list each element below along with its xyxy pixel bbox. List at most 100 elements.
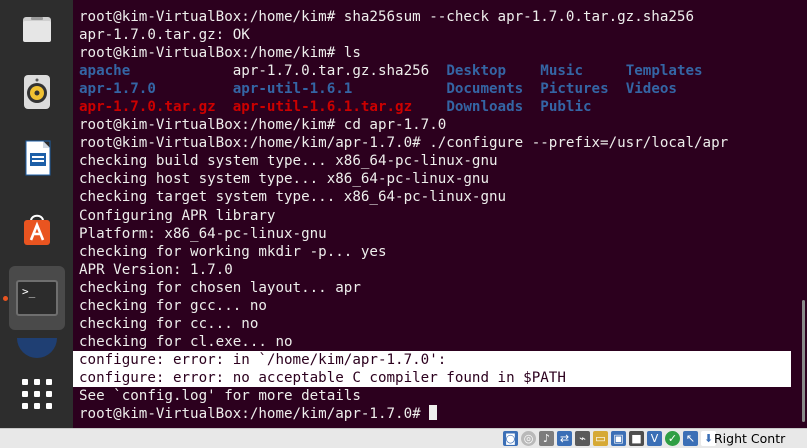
usb-icon[interactable]: ⌁ (575, 431, 590, 446)
host-key-label: Right Contr (714, 431, 786, 446)
terminal-line: root@kim-VirtualBox:/home/kim# sha256sum… (79, 8, 791, 26)
writer-launcher[interactable] (11, 132, 63, 184)
globe-icon (17, 338, 57, 358)
software-launcher[interactable] (11, 203, 63, 255)
directory-name: Music (540, 63, 583, 80)
terminal-text: configure: error: no acceptable C compil… (79, 369, 566, 386)
cpu-icon[interactable]: V (647, 431, 662, 446)
terminal-text: checking for gcc... no (79, 297, 267, 314)
terminal-text: checking for cc... no (79, 315, 259, 332)
terminal-text: configure: error: in `/home/kim/apr-1.7.… (79, 351, 447, 368)
optical-drive-icon[interactable]: ◎ (521, 431, 536, 446)
terminal-line: APR Version: 1.7.0 (79, 261, 791, 279)
directory-name: Documents (446, 81, 524, 98)
document-icon (25, 140, 51, 176)
terminal-text: See `config.log' for more details (79, 387, 361, 404)
terminal-line: apr-1.7.0.tar.gz apr-util-1.6.1.tar.gz D… (79, 98, 791, 116)
terminal-line: checking for working mkdir -p... yes (79, 243, 791, 261)
apps-grid-icon (22, 379, 52, 409)
terminal-line: apache apr-1.7.0.tar.gz.sha256 Desktop M… (79, 62, 791, 80)
terminal-line: root@kim-VirtualBox:/home/kim/apr-1.7.0# (79, 405, 791, 423)
rhythmbox-launcher[interactable] (11, 66, 63, 118)
terminal-line: checking for cc... no (79, 315, 791, 333)
terminal-launcher[interactable]: >_ (9, 266, 65, 330)
terminal-text: apr-1.7.0.tar.gz.sha256 (232, 63, 430, 80)
terminal-line: checking for chosen layout... apr (79, 279, 791, 297)
hard-disk-icon[interactable]: ◙ (503, 431, 518, 446)
terminal-line: checking for cl.exe... no (79, 333, 791, 351)
terminal-line: Platform: x86_64-pc-linux-gnu (79, 225, 791, 243)
terminal-icon: >_ (16, 280, 58, 316)
terminal-text: checking host system type... x86_64-pc-l… (79, 171, 489, 188)
directory-name: Pictures (540, 81, 609, 98)
show-applications-button[interactable] (11, 368, 63, 420)
terminal-line: Configuring APR library (79, 207, 791, 225)
terminal-text: root@kim-VirtualBox:/home/kim# cd apr-1.… (79, 117, 447, 134)
terminal-text: root@kim-VirtualBox:/home/kim# ls (79, 45, 361, 62)
guest-additions-icon[interactable]: ✓ (665, 431, 680, 446)
terminal-text: root@kim-VirtualBox:/home/kim# sha256sum… (79, 9, 694, 25)
directory-name: apache (79, 63, 131, 80)
terminal-text: checking build system type... x86_64-pc-… (79, 153, 498, 170)
archive-file-name: apr-util-1.6.1.tar.gz (232, 99, 413, 116)
browser-launcher[interactable] (11, 338, 63, 358)
network-icon[interactable]: ⇄ (557, 431, 572, 446)
launcher-dock: >_ (0, 0, 73, 428)
directory-name: Public (540, 99, 592, 116)
terminal-line: checking target system type... x86_64-pc… (79, 188, 791, 206)
terminal-text: checking for chosen layout... apr (79, 279, 361, 296)
terminal-line: apr-1.7.0.tar.gz: OK (79, 26, 791, 44)
shared-folders-icon[interactable]: ▭ (593, 431, 608, 446)
display-icon[interactable]: ▣ (611, 431, 626, 446)
virtualbox-statusbar: ◙ ◎ ♪ ⇄ ⌁ ▭ ▣ ■ V ✓ ↖ ⬇ Right Contr (0, 428, 807, 448)
terminal-text: Platform: x86_64-pc-linux-gnu (79, 225, 327, 242)
directory-name: Videos (625, 81, 677, 98)
running-indicator (3, 296, 8, 301)
text-cursor (429, 405, 438, 421)
folder-icon (23, 17, 51, 42)
terminal-line: root@kim-VirtualBox:/home/kim/apr-1.7.0#… (79, 134, 791, 152)
shopping-bag-icon (24, 214, 50, 245)
directory-name: apr-1.7.0 (79, 81, 156, 98)
terminal-text: APR Version: 1.7.0 (79, 261, 233, 278)
selected-output-line: configure: error: in `/home/kim/apr-1.7.… (73, 350, 791, 369)
files-launcher[interactable] (11, 3, 63, 55)
directory-name: Downloads (446, 99, 524, 116)
terminal-line: root@kim-VirtualBox:/home/kim# cd apr-1.… (79, 116, 791, 134)
terminal-output: root@kim-VirtualBox:/home/kim# sha256sum… (73, 8, 791, 423)
mouse-integration-icon[interactable]: ↖ (683, 431, 698, 446)
terminal-text: Configuring APR library (79, 207, 276, 224)
directory-name: Templates (625, 63, 703, 80)
terminal-line: checking build system type... x86_64-pc-… (79, 152, 791, 170)
terminal-line: See `config.log' for more details (79, 387, 791, 405)
terminal-line: checking host system type... x86_64-pc-l… (79, 170, 791, 188)
archive-file-name: apr-1.7.0.tar.gz (79, 99, 216, 116)
terminal-line: checking for gcc... no (79, 297, 791, 315)
terminal-window[interactable]: root@kim-VirtualBox:/home/kim# sha256sum… (73, 0, 807, 428)
speaker-icon (24, 75, 50, 109)
terminal-text: root@kim-VirtualBox:/home/kim/apr-1.7.0# (79, 406, 430, 423)
terminal-line: root@kim-VirtualBox:/home/kim# ls (79, 44, 791, 62)
video-capture-icon[interactable]: ■ (629, 431, 644, 446)
terminal-scrollbar[interactable] (802, 300, 805, 422)
terminal-text: checking for cl.exe... no (79, 333, 293, 350)
selected-output-line: configure: error: no acceptable C compil… (73, 368, 791, 387)
terminal-text: checking target system type... x86_64-pc… (79, 189, 507, 206)
audio-icon[interactable]: ♪ (539, 431, 554, 446)
directory-name: Desktop (446, 63, 507, 80)
terminal-text: apr-1.7.0.tar.gz: OK (79, 27, 250, 44)
terminal-text: checking for working mkdir -p... yes (79, 243, 387, 260)
terminal-text: root@kim-VirtualBox:/home/kim/apr-1.7.0#… (79, 135, 729, 152)
directory-name: apr-util-1.6.1 (232, 81, 353, 98)
